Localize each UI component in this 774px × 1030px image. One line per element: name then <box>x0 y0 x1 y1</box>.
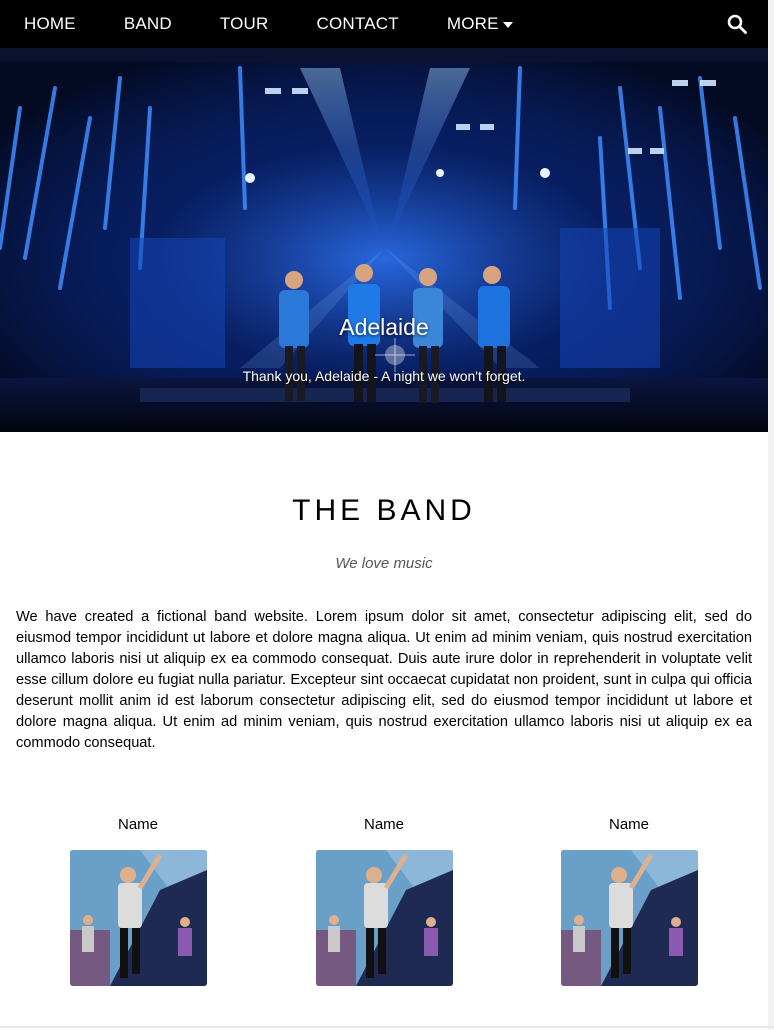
member-name: Name <box>363 816 404 833</box>
band-member-card: Name <box>284 815 484 986</box>
top-navbar: HOME BAND TOUR CONTACT MORE <box>0 0 768 48</box>
band-section-title: THE BAND <box>292 494 476 527</box>
caret-down-icon <box>502 14 513 34</box>
nav-home-link[interactable]: HOME <box>0 0 100 48</box>
page-bottom-divider <box>0 1026 774 1028</box>
band-description: We have created a fictional band website… <box>16 609 752 751</box>
nav-more-dropdown[interactable]: MORE <box>423 0 537 48</box>
member-photo[interactable] <box>315 850 453 986</box>
nav-band-link[interactable]: BAND <box>100 0 196 48</box>
search-icon[interactable] <box>726 13 748 35</box>
nav-tour-link[interactable]: TOUR <box>196 0 293 48</box>
nav-contact-link[interactable]: CONTACT <box>293 0 423 48</box>
member-photo[interactable] <box>560 850 698 986</box>
hero-title: Adelaide <box>339 314 429 340</box>
nav-more-label: MORE <box>446 14 499 33</box>
hero-slide: Adelaide Thank you, Adelaide - A night w… <box>0 48 768 432</box>
page-scroll-rail <box>768 0 774 1030</box>
band-member-card: Name <box>529 815 729 986</box>
member-name: Name <box>117 816 158 833</box>
member-photo[interactable] <box>69 850 207 986</box>
hero-subtitle: Thank you, Adelaide - A night we won't f… <box>242 368 526 384</box>
band-member-card: Name <box>38 815 238 986</box>
band-tagline: We love music <box>335 555 433 572</box>
member-name: Name <box>608 816 649 833</box>
